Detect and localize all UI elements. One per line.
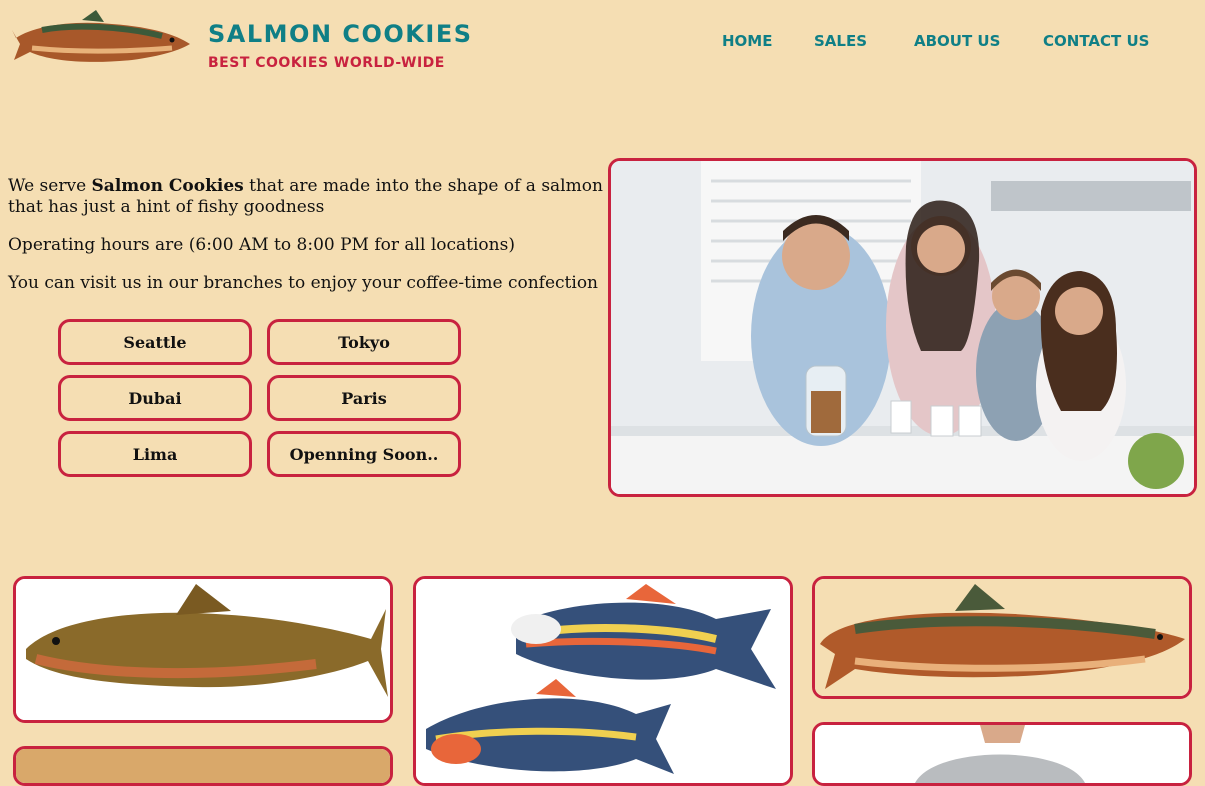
salmon-logo-icon[interactable] (12, 8, 194, 72)
nav-sales[interactable]: Sales (814, 32, 867, 50)
site-title: Salmon Cookies (208, 20, 473, 48)
site-subtitle: Best Cookies World-Wide (208, 55, 445, 71)
branch-lima-button[interactable]: Lima (58, 431, 252, 477)
branch-dubai-button[interactable]: Dubai (58, 375, 252, 421)
branch-tokyo-button[interactable]: Tokyo (267, 319, 461, 365)
site-header: Salmon Cookies Best Cookies World-Wide H… (0, 0, 1205, 90)
branch-seattle-button[interactable]: Seattle (58, 319, 252, 365)
trout-illustration (13, 576, 393, 723)
wood-photo (13, 746, 393, 786)
branch-paris-button[interactable]: Paris (267, 375, 461, 421)
nav-contact-us[interactable]: Contact Us (1043, 32, 1149, 50)
person-photo (812, 722, 1192, 786)
nav-home[interactable]: Home (722, 32, 772, 50)
salmon-illustration (812, 576, 1192, 699)
family-photo (608, 158, 1197, 497)
brand-name-bold: Salmon Cookies (91, 176, 244, 196)
intro-section: We serve Salmon Cookies that are made in… (8, 176, 608, 311)
fish-cookies-photo (413, 576, 793, 786)
intro-paragraph-3: You can visit us in our branches to enjo… (8, 273, 599, 293)
nav-about-us[interactable]: About Us (914, 32, 1000, 50)
branch-opening-soon-button[interactable]: Openning Soon.. (267, 431, 461, 477)
intro-paragraph-2: Operating hours are (6:00 AM to 8:00 PM … (8, 235, 515, 255)
intro-paragraph-1: We serve Salmon Cookies that are made in… (8, 176, 603, 217)
